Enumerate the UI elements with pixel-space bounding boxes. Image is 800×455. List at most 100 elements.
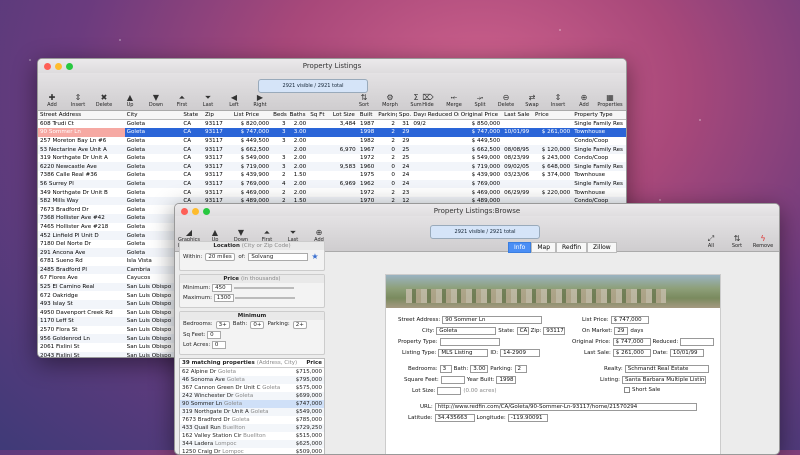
column-header[interactable]: Sq Ft xyxy=(308,111,331,120)
table-row[interactable]: 7386 Calle Real #36 Goleta CA 93117 $ 439,90… xyxy=(38,171,626,180)
reduced-field[interactable] xyxy=(680,338,715,346)
close-button[interactable] xyxy=(44,63,51,70)
street-field[interactable]: 90 Sommer Ln xyxy=(442,316,543,324)
star-icon[interactable]: ★ xyxy=(311,252,318,261)
column-header[interactable]: City xyxy=(124,111,182,120)
insert-button[interactable]: ⇕ Insert xyxy=(548,93,568,108)
insert-button[interactable]: ⇕ Insert xyxy=(68,93,88,108)
zoom-button[interactable] xyxy=(66,63,73,70)
list-item[interactable]: 367 Cannon Green Dr Unit C Goleta $575,00… xyxy=(180,384,324,392)
morph-button[interactable]: ⚙ Morph xyxy=(380,93,400,108)
table-row[interactable]: 257 Moreton Bay Ln #6 Goleta CA 93117 $ 449,… xyxy=(38,137,626,146)
list-item[interactable]: 1250 Craig Dr Lompoc $509,000 xyxy=(180,448,324,454)
within-select[interactable]: 20 miles xyxy=(205,252,236,261)
list-item[interactable]: 62 Alpine Dr Goleta $715,000 xyxy=(180,368,324,376)
column-header[interactable]: Property Type xyxy=(572,111,626,120)
column-header[interactable]: Days xyxy=(411,111,426,120)
column-header[interactable]: Original Price xyxy=(458,111,503,120)
last-sale-field[interactable]: $ 261,000 xyxy=(612,349,651,357)
remove-button[interactable]: ϟ Remove xyxy=(753,234,773,249)
up-button[interactable]: ▲ Up xyxy=(120,93,140,108)
parking-select[interactable]: 2+ xyxy=(292,321,307,329)
bedrooms-field[interactable]: 3 xyxy=(439,365,452,373)
right-button[interactable]: ▶ Right xyxy=(250,93,270,108)
list-item[interactable]: 7673 Bradford Dr Goleta $785,000 xyxy=(180,416,324,424)
sqft-input[interactable]: 0 xyxy=(207,331,222,339)
properties-button[interactable]: ▦ Properties xyxy=(597,93,622,108)
zip-field[interactable]: 93117 xyxy=(543,327,566,335)
column-header[interactable]: Price xyxy=(533,111,573,120)
min-price-input[interactable]: 450 xyxy=(212,284,233,292)
on-market-field[interactable]: 29 xyxy=(614,327,629,335)
tab-zillow[interactable]: Zillow xyxy=(587,242,617,253)
first-button[interactable]: ⏶ First xyxy=(172,93,192,108)
column-header[interactable]: Reduced On xyxy=(425,111,459,120)
list-item[interactable]: 46 Sonoma Ave Goleta $795,000 xyxy=(180,376,324,384)
merge-button[interactable]: ⤝ Merge xyxy=(444,93,464,108)
all-button[interactable]: ⤢ All xyxy=(701,234,721,249)
table-row[interactable]: 53 Nectarine Ave Unit A Goleta CA 93117 $ 66… xyxy=(38,145,626,154)
hide-button[interactable]: ⌦ Hide xyxy=(418,93,438,108)
zoom-button[interactable] xyxy=(203,208,210,215)
split-button[interactable]: ⤞ Split xyxy=(470,93,490,108)
down-button[interactable]: ▼ Down xyxy=(146,93,166,108)
lot-size-field[interactable] xyxy=(437,387,462,395)
column-header[interactable]: Built xyxy=(357,111,377,120)
left-button[interactable]: ◀ Left xyxy=(224,93,244,108)
table-row[interactable]: 608 Trudi Ct Goleta CA 93117 $ 820,000 3 2.00 3… xyxy=(38,120,626,129)
listing-type-select[interactable]: MLS Listing xyxy=(438,349,489,357)
sqft-field[interactable] xyxy=(440,376,465,384)
location-input[interactable]: Solvang xyxy=(248,252,309,261)
table-row[interactable]: 56 Surrey Pl Goleta CA 93117 $ 769,000 4 2.00 6… xyxy=(38,179,626,189)
list-item[interactable]: 242 Winchester Dr Goleta $699,000 xyxy=(180,392,324,400)
longitude-field[interactable]: -119.90091 xyxy=(507,414,548,422)
table-row[interactable]: 6220 Newcastle Ave Goleta CA 93117 $ 719,000… xyxy=(38,162,626,172)
tab-info[interactable]: Info xyxy=(508,242,532,253)
column-header[interactable]: List Price xyxy=(231,111,272,120)
column-header[interactable]: Baths xyxy=(287,111,309,120)
list-item[interactable]: 90 Sommer Ln Goleta $747,000 xyxy=(180,400,324,408)
list-item[interactable]: 162 Valley Station Cir Buellton $515,000 xyxy=(180,432,324,440)
latitude-field[interactable]: 34.435663 xyxy=(434,414,475,422)
parking-field[interactable]: 2 xyxy=(514,365,527,373)
id-field[interactable]: 14-2909 xyxy=(500,349,541,357)
property-type-select[interactable] xyxy=(439,338,500,346)
tab-map[interactable]: Map xyxy=(531,242,557,253)
state-field[interactable]: CA xyxy=(516,327,529,335)
min-price-slider[interactable] xyxy=(233,286,294,289)
listing-service-field[interactable]: Santa Barbara Multiple Listing Service xyxy=(621,376,706,384)
column-header[interactable]: Last Sale xyxy=(502,111,534,120)
close-button[interactable] xyxy=(181,208,188,215)
url-field[interactable]: http://www.redfin.com/CA/Goleta/90-Somme… xyxy=(434,403,697,411)
city-field[interactable]: Goleta xyxy=(436,327,497,335)
minimize-button[interactable] xyxy=(55,63,62,70)
list-price-field[interactable]: $ 747,000 xyxy=(610,316,649,324)
tab-redfin[interactable]: Redfin xyxy=(556,242,588,253)
bedrooms-select[interactable]: 3+ xyxy=(215,321,230,329)
table-row[interactable]: 349 Northgate Dr Unit B Goleta CA 93117 $ 46… xyxy=(38,188,626,197)
column-header[interactable]: Lot Size xyxy=(330,111,358,120)
column-header[interactable]: State xyxy=(181,111,204,120)
swap-button[interactable]: ⇄ Swap xyxy=(522,93,542,108)
delete-button[interactable]: ✖ Delete xyxy=(94,93,114,108)
original-price-field[interactable]: $ 747,000 xyxy=(612,338,651,346)
table-row[interactable]: 319 Northgate Dr Unit A Goleta CA 93117 $ 54… xyxy=(38,154,626,163)
column-header[interactable]: Parking xyxy=(376,111,397,120)
realty-field[interactable]: Schmandt Real Estate xyxy=(624,365,709,373)
sale-date-field[interactable]: 10/01/99 xyxy=(669,349,704,357)
list-item[interactable]: 344 Ladera Lompoc $625,000 xyxy=(180,440,324,448)
max-price-slider[interactable] xyxy=(235,296,296,299)
minimize-button[interactable] xyxy=(192,208,199,215)
sort-button[interactable]: ⇅ Sort xyxy=(354,93,374,108)
column-header[interactable]: Spo... xyxy=(396,111,412,120)
column-header[interactable]: Beds xyxy=(271,111,288,120)
add-button[interactable]: ⊕ Add xyxy=(574,93,594,108)
max-price-input[interactable]: 1300 xyxy=(213,294,234,302)
last-button[interactable]: ⏷ Last xyxy=(198,93,218,108)
table-row[interactable]: 90 Sommer Ln Goleta CA 93117 $ 747,000 3 3.00 1… xyxy=(38,128,626,137)
short-sale-checkbox[interactable] xyxy=(624,387,630,393)
column-header[interactable]: Street Address xyxy=(38,111,125,120)
add-button[interactable]: ✚ Add xyxy=(42,93,62,108)
column-header[interactable]: Zip xyxy=(203,111,232,120)
bath-field[interactable]: 3.00 xyxy=(470,365,489,373)
